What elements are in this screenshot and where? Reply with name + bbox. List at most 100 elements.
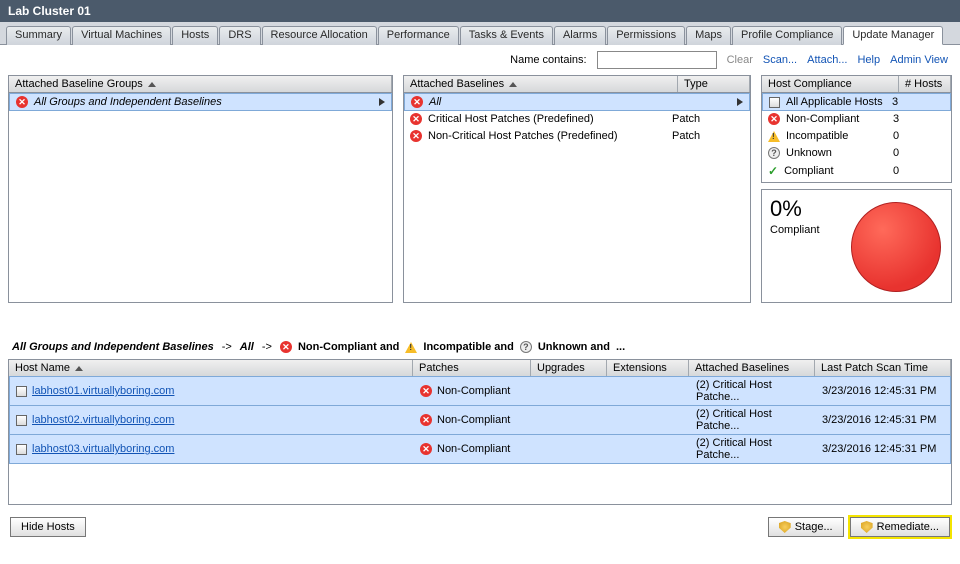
remediate-button[interactable]: Remediate... — [850, 517, 950, 537]
tab-summary[interactable]: Summary — [6, 26, 71, 45]
compliance-row-count: 0 — [893, 165, 945, 177]
stage-button[interactable]: Stage... — [768, 517, 844, 537]
col-upgrades[interactable]: Upgrades — [531, 360, 607, 376]
arrow-right-icon — [379, 98, 385, 106]
filter-part: All — [240, 341, 254, 353]
compliance-row-unknown[interactable]: ? Unknown 0 — [762, 145, 951, 162]
tab-performance[interactable]: Performance — [378, 26, 459, 45]
arrow-text: -> — [262, 341, 272, 353]
col-host[interactable]: Host Name — [9, 360, 413, 376]
button-label: Remediate... — [877, 521, 939, 533]
baseline-row[interactable]: ✕ Critical Host Patches (Predefined) Pat… — [404, 111, 750, 128]
cell: (2) Critical Host Patche... — [690, 406, 816, 434]
tab-drs[interactable]: DRS — [219, 26, 260, 45]
compliance-row-count: 3 — [892, 96, 944, 108]
col-extensions[interactable]: Extensions — [607, 360, 689, 376]
attached-baselines-header-type[interactable]: Type — [678, 76, 750, 92]
host-compliance-count-header[interactable]: # Hosts — [899, 76, 951, 92]
attached-baselines-header-name[interactable]: Attached Baselines — [404, 76, 678, 92]
col-label: Host Name — [15, 362, 70, 374]
cell — [608, 389, 690, 393]
attach-link[interactable]: Attach... — [807, 54, 847, 66]
host-link[interactable]: labhost02.virtuallyboring.com — [32, 414, 174, 426]
error-icon: ✕ — [420, 443, 432, 455]
tab-maps[interactable]: Maps — [686, 26, 731, 45]
compliance-row-label: All Applicable Hosts — [786, 96, 886, 108]
host-icon — [16, 415, 27, 426]
hosts-table: Host Name Patches Upgrades Extensions At… — [8, 359, 952, 505]
baseline-row-type: Patch — [672, 113, 744, 125]
cell — [532, 389, 608, 393]
window-title: Lab Cluster 01 — [0, 0, 960, 22]
tab-tasks-events[interactable]: Tasks & Events — [460, 26, 553, 45]
cell — [608, 447, 690, 451]
compliance-row-count: 0 — [893, 130, 945, 142]
tab-virtual-machines[interactable]: Virtual Machines — [72, 26, 171, 45]
tab-alarms[interactable]: Alarms — [554, 26, 606, 45]
host-icon — [769, 97, 780, 108]
sort-icon — [509, 82, 517, 87]
error-icon: ✕ — [411, 96, 423, 108]
baseline-row-label: Critical Host Patches (Predefined) — [428, 113, 666, 125]
bottom-bar: Hide Hosts Stage... Remediate... — [0, 505, 960, 539]
cell: Non-Compliant — [437, 414, 510, 426]
scan-link[interactable]: Scan... — [763, 54, 797, 66]
baseline-row[interactable]: ✕ Non-Critical Host Patches (Predefined)… — [404, 128, 750, 145]
host-link[interactable]: labhost01.virtuallyboring.com — [32, 385, 174, 397]
compliance-percent: 0% — [770, 196, 802, 222]
cell: 3/23/2016 12:45:31 PM — [816, 441, 950, 457]
table-row[interactable]: labhost02.virtuallyboring.com ✕ Non-Compl… — [9, 405, 951, 435]
compliance-row-label: Incompatible — [786, 130, 887, 142]
attached-baselines-panel: Attached Baselines Type ✕ All ✕ Critical… — [403, 75, 751, 303]
help-link[interactable]: Help — [857, 54, 880, 66]
tab-resource-allocation[interactable]: Resource Allocation — [262, 26, 377, 45]
cell: Non-Compliant — [437, 443, 510, 455]
error-icon: ✕ — [420, 414, 432, 426]
compliance-row-noncompliant[interactable]: ✕ Non-Compliant 3 — [762, 111, 951, 128]
error-icon: ✕ — [420, 385, 432, 397]
filter-part: ... — [616, 341, 625, 353]
host-link[interactable]: labhost03.virtuallyboring.com — [32, 443, 174, 455]
host-compliance-panel: Host Compliance # Hosts All Applicable H… — [761, 75, 952, 183]
cell — [532, 447, 608, 451]
name-contains-input[interactable] — [597, 51, 717, 69]
col-last-scan[interactable]: Last Patch Scan Time — [815, 360, 951, 376]
check-icon: ✓ — [768, 164, 778, 178]
host-compliance-header[interactable]: Host Compliance — [762, 76, 899, 92]
clear-link[interactable]: Clear — [727, 54, 753, 66]
baseline-row-all[interactable]: ✕ All — [404, 93, 750, 111]
unknown-icon: ? — [520, 341, 532, 353]
sort-icon — [148, 82, 156, 87]
hide-hosts-button[interactable]: Hide Hosts — [10, 517, 86, 537]
warning-icon — [768, 131, 780, 142]
tab-profile-compliance[interactable]: Profile Compliance — [732, 26, 842, 45]
baseline-groups-row-label: All Groups and Independent Baselines — [34, 96, 373, 108]
attached-baselines-header-name-label: Attached Baselines — [410, 78, 504, 90]
arrow-text: -> — [222, 341, 232, 353]
baseline-groups-row-all[interactable]: ✕ All Groups and Independent Baselines — [9, 93, 392, 111]
table-row[interactable]: labhost01.virtuallyboring.com ✕Non-Compl… — [9, 376, 951, 406]
baseline-groups-header-label: Attached Baseline Groups — [15, 78, 143, 90]
unknown-icon: ? — [768, 147, 780, 159]
admin-view-link[interactable]: Admin View — [890, 54, 948, 66]
compliance-row-compliant[interactable]: ✓ Compliant 0 — [762, 162, 951, 181]
table-row[interactable]: labhost03.virtuallyboring.com ✕ Non-Compl… — [9, 434, 951, 464]
tab-update-manager[interactable]: Update Manager — [843, 26, 943, 45]
col-patches[interactable]: Patches — [413, 360, 531, 376]
compliance-row-count: 0 — [893, 147, 945, 159]
baseline-groups-header[interactable]: Attached Baseline Groups — [9, 76, 392, 92]
cell: (2) Critical Host Patche... — [690, 377, 816, 405]
filter-part: All Groups and Independent Baselines — [12, 341, 214, 353]
baseline-row-label: All — [429, 96, 731, 108]
baseline-row-type: Patch — [672, 130, 744, 142]
col-attached-baselines[interactable]: Attached Baselines — [689, 360, 815, 376]
compliance-row-all[interactable]: All Applicable Hosts 3 — [762, 93, 951, 111]
compliance-percent-label: Compliant — [770, 224, 820, 236]
tab-hosts[interactable]: Hosts — [172, 26, 218, 45]
compliance-row-incompatible[interactable]: Incompatible 0 — [762, 128, 951, 145]
tab-permissions[interactable]: Permissions — [607, 26, 685, 45]
compliance-row-label: Unknown — [786, 147, 887, 159]
cell: 3/23/2016 12:45:31 PM — [816, 383, 950, 399]
toolbar: Name contains: Clear Scan... Attach... H… — [0, 45, 960, 75]
compliance-pie-icon — [851, 202, 941, 292]
